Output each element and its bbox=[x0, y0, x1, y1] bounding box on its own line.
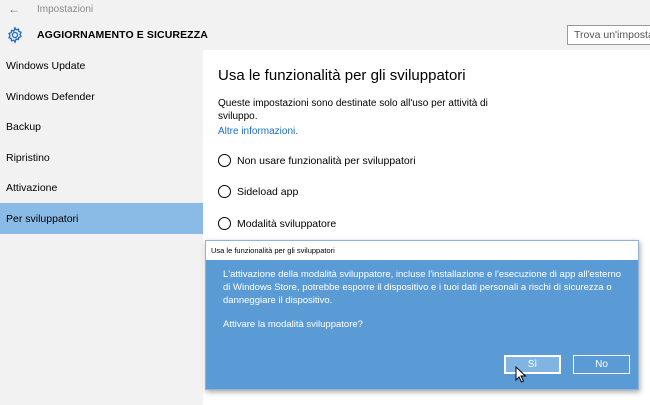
window-title: Impostazioni bbox=[37, 4, 94, 15]
confirm-dialog: Usa le funzionalità per gli sviluppatori… bbox=[205, 240, 639, 390]
radio-circle[interactable] bbox=[218, 217, 231, 230]
dialog-message: L'attivazione della modalità sviluppator… bbox=[223, 269, 622, 306]
page-description: Queste impostazioni sono destinate solo … bbox=[218, 98, 488, 122]
sidebar-item-attivazione[interactable]: Attivazione bbox=[0, 172, 203, 203]
sidebar-item-label: Backup bbox=[6, 121, 42, 133]
window-titlebar: ← Impostazioni bbox=[0, 0, 650, 20]
yes-button[interactable]: Sì bbox=[504, 355, 561, 374]
dialog-titlebar: Usa le funzionalità per gli sviluppatori bbox=[206, 241, 638, 260]
search-input[interactable] bbox=[567, 25, 650, 45]
dialog-title: Usa le funzionalità per gli sviluppatori bbox=[211, 246, 335, 255]
sidebar-item-label: Windows Update bbox=[6, 60, 86, 72]
sidebar: Windows Update Windows Defender Backup R… bbox=[0, 50, 203, 405]
radio-label: Sideload app bbox=[237, 186, 299, 198]
radio-label: Modalità sviluppatore bbox=[237, 218, 337, 230]
sidebar-item-label: Windows Defender bbox=[6, 91, 95, 103]
sidebar-item-label: Ripristino bbox=[6, 152, 50, 164]
gear-icon bbox=[8, 26, 22, 44]
sidebar-item-label: Per sviluppatori bbox=[6, 213, 79, 225]
sidebar-item-ripristino[interactable]: Ripristino bbox=[0, 142, 203, 173]
sidebar-item-windows-update[interactable]: Windows Update bbox=[0, 50, 203, 81]
sidebar-item-label: Attivazione bbox=[6, 182, 58, 194]
settings-header: AGGIORNAMENTO E SICUREZZA bbox=[0, 20, 650, 50]
radio-circle[interactable] bbox=[218, 154, 231, 167]
radio-circle[interactable] bbox=[218, 185, 231, 198]
sidebar-item-backup[interactable]: Backup bbox=[0, 111, 203, 142]
mouse-cursor-icon bbox=[515, 366, 527, 383]
page-title: Usa le funzionalità per gli sviluppatori bbox=[218, 67, 466, 84]
radio-label: Non usare funzionalità per sviluppatori bbox=[237, 155, 416, 167]
more-info-link[interactable]: Altre informazioni. bbox=[218, 126, 298, 137]
no-button[interactable]: No bbox=[573, 355, 630, 374]
back-arrow-icon[interactable]: ← bbox=[8, 2, 20, 16]
dialog-question: Attivare la modalità sviluppatore? bbox=[223, 319, 363, 330]
sidebar-item-windows-defender[interactable]: Windows Defender bbox=[0, 81, 203, 112]
sidebar-item-per-sviluppatori[interactable]: Per sviluppatori bbox=[0, 203, 203, 234]
section-title: AGGIORNAMENTO E SICUREZZA bbox=[37, 29, 208, 41]
